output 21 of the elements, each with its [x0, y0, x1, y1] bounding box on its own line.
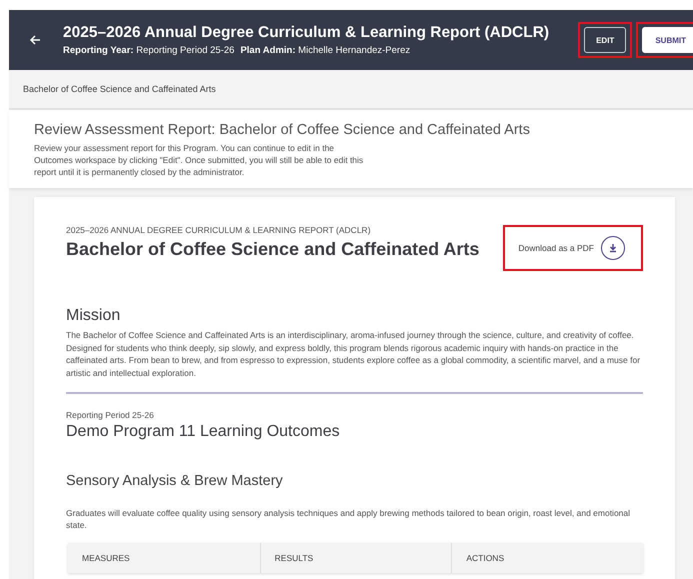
- meta-text: Reporting Year: Reporting Period 25-26: [63, 45, 234, 56]
- period-label: Reporting Period 25-26: [66, 410, 155, 420]
- column-header: MEASURES: [81, 552, 131, 565]
- section-heading: Demo Program 11 Learning Outcomes: [66, 423, 341, 441]
- download-pdf-button[interactable]: Download as a PDF: [509, 230, 631, 266]
- page-heading: Review Assessment Report: Bachelor of Coffee Science and Caffeinated Arts: [34, 122, 531, 138]
- program-title: Bachelor of Coffee Science and Caffeinated Arts: [66, 239, 480, 260]
- intro-text: Review your assessment report for this Program. You can continue to edit in the Outcomes workspace by clicking "Edit". Once submitted, you will still be able to edit this report until it is permanently closed by the administrator.: [34, 142, 364, 178]
- column-header: RESULTS: [260, 543, 452, 573]
- section-heading: Mission: [66, 307, 122, 325]
- back-arrow-icon[interactable]: [29, 34, 41, 46]
- outcome-title: Sensory Analysis & Brew Mastery: [66, 473, 284, 489]
- column-header: ACTIONS: [451, 543, 643, 573]
- edit-button[interactable]: EDIT: [584, 27, 626, 53]
- download-icon: [601, 236, 625, 260]
- report-title: 2025–2026 Annual Degree Curriculum & Learning Report (ADCLR): [63, 24, 550, 42]
- report-eyebrow: 2025–2026 ANNUAL DEGREE CURRICULUM & LEARNING REPORT (ADCLR): [66, 225, 372, 235]
- meta-text: Plan Admin: Michelle Hernandez-Perez: [240, 45, 410, 56]
- outcome-text: Graduates will evaluate coffee quality using sensory analysis techniques and apply brewing methods tailored to bean origin, roast level, and emotional state.: [66, 507, 632, 531]
- mission-text: The Bachelor of Coffee Science and Caffeinated Arts is an interdisciplinary, aroma-infused journey through the science, culture, and creativity of coffee. Designed for students who think deeply, sip slowly, and express boldly, this program blends rigorous academic inquiry with hands-on practice in the caffeinated arts. From bean to brew, and from espresso to expression, students explore coffee as a global commodity, a scientific marvel, and a muse for artistic and intellectual exploration.: [66, 329, 642, 379]
- submit-button[interactable]: SUBMIT: [642, 27, 693, 53]
